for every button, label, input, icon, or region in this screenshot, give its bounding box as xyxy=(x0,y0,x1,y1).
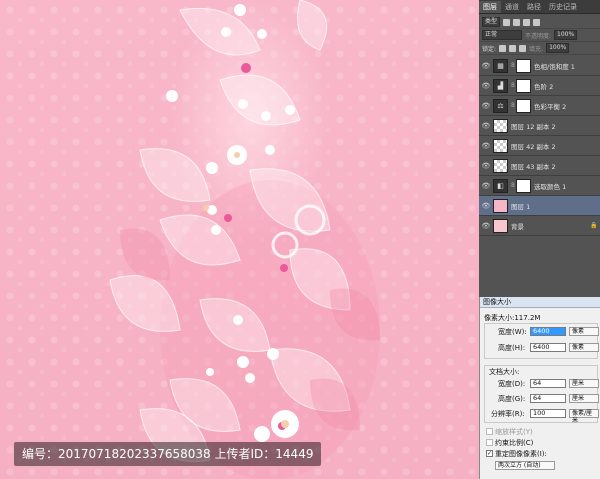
layer-row[interactable]: 👁 图层 12 副本 2 xyxy=(479,116,600,136)
width-label: 宽度(W): xyxy=(498,328,527,336)
resample-checkbox[interactable]: ✓ xyxy=(486,450,493,457)
fill-input[interactable]: 100% xyxy=(546,43,570,53)
pixel-dimensions-label: 像素大小:117.2M xyxy=(484,314,541,322)
adjustment-icon: ◧ xyxy=(493,178,508,193)
tab-paths[interactable]: 路径 xyxy=(523,1,545,13)
filter-adjust-icon[interactable] xyxy=(513,18,521,26)
resample-method-select[interactable]: 两次立方 (自动) xyxy=(495,461,555,470)
resolution-input[interactable]: 100 xyxy=(530,409,566,418)
height-input[interactable]: 6400 xyxy=(530,343,566,352)
layer-thumbnail xyxy=(493,198,508,213)
layer-mask-thumbnail[interactable] xyxy=(516,78,531,93)
blend-row: 正常 不透明度: 100% xyxy=(479,29,600,42)
visibility-eye-icon[interactable]: 👁 xyxy=(479,202,493,210)
fill-label: 填充: xyxy=(529,45,544,53)
height-label: 高度(H): xyxy=(498,344,526,352)
scale-styles-checkbox[interactable] xyxy=(486,428,493,435)
adjustment-icon: ▟ xyxy=(493,78,508,93)
layer-name: 图层 1 xyxy=(511,202,531,211)
filter-shape-icon[interactable] xyxy=(533,18,541,26)
layer-name: 图层 42 副本 2 xyxy=(511,142,556,151)
lock-label: 锁定: xyxy=(482,45,497,53)
tab-layers[interactable]: 图层 xyxy=(479,1,501,13)
visibility-eye-icon[interactable]: 👁 xyxy=(479,62,493,70)
filter-text-icon[interactable] xyxy=(523,18,531,26)
pixel-dimensions-group: 宽度(W): 6400 像素 高度(H): 6400 像素 xyxy=(484,323,599,359)
height-unit-select[interactable]: 像素 xyxy=(569,343,599,352)
tab-channels[interactable]: 通道 xyxy=(501,1,523,13)
tab-history[interactable]: 历史记录 xyxy=(545,1,581,13)
visibility-eye-icon[interactable]: 👁 xyxy=(479,142,493,150)
constrain-proportions-checkbox[interactable] xyxy=(486,439,493,446)
layer-name: 图层 43 副本 2 xyxy=(511,162,556,171)
resample-label: 重定图像像素(I): xyxy=(495,450,547,458)
layer-thumbnail xyxy=(493,158,508,173)
adjustment-icon: ⚖ xyxy=(493,98,508,113)
lock-icon: 🔒 xyxy=(590,222,598,229)
doc-width-unit-select[interactable]: 厘米 xyxy=(569,379,599,388)
doc-height-input[interactable]: 64 xyxy=(530,394,566,403)
layer-name: 色阶 2 xyxy=(534,82,554,91)
filter-pixel-icon[interactable] xyxy=(503,18,511,26)
constrain-proportions-label: 约束比例(C) xyxy=(495,439,534,447)
layer-row[interactable]: 👁 背景 🔒 xyxy=(479,216,600,236)
layer-name: 背景 xyxy=(511,222,524,231)
dialog-title: 图像大小 xyxy=(480,297,600,308)
layer-row[interactable]: 👁 图层 42 副本 2 xyxy=(479,136,600,156)
layer-row[interactable]: 👁 图层 1 xyxy=(479,196,600,216)
width-unit-select[interactable]: 像素 xyxy=(569,327,599,336)
doc-height-unit-select[interactable]: 厘米 xyxy=(569,394,599,403)
visibility-eye-icon[interactable]: 👁 xyxy=(479,102,493,110)
filter-type-select[interactable]: 类型 xyxy=(482,17,501,27)
panel-tab-bar: 图层 通道 路径 历史记录 xyxy=(479,0,600,14)
layer-thumbnail xyxy=(493,138,508,153)
layer-mask-thumbnail[interactable] xyxy=(516,58,531,73)
lock-all-icon[interactable] xyxy=(519,44,527,52)
layer-list: 👁 ▦ 8 色相/饱和度 1 👁 ▟ 8 色阶 2 👁 ⚖ 8 色彩平衡 2 👁 图层 12 副本 2 👁 图… xyxy=(479,56,600,236)
doc-height-label: 高度(G): xyxy=(498,395,526,403)
image-size-dialog: 图像大小 像素大小:117.2M 宽度(W): 6400 像素 高度(H): 6… xyxy=(479,297,600,479)
width-input[interactable]: 6400 xyxy=(530,327,566,336)
visibility-eye-icon[interactable]: 👁 xyxy=(479,122,493,130)
layer-name: 选取颜色 1 xyxy=(534,182,567,191)
resolution-label: 分辨率(R): xyxy=(491,410,525,418)
lock-position-icon[interactable] xyxy=(509,44,517,52)
layer-thumbnail xyxy=(493,218,508,233)
layer-mask-thumbnail[interactable] xyxy=(516,178,531,193)
layer-thumbnail xyxy=(493,118,508,133)
doc-width-input[interactable]: 64 xyxy=(530,379,566,388)
watermark-caption: 编号：20170718202337658038 上传者ID：14449 xyxy=(14,442,322,466)
floral-artwork xyxy=(109,0,380,479)
layer-filter-row: 类型 xyxy=(479,16,600,29)
opacity-label: 不透明度: xyxy=(525,32,552,40)
layers-panel: 图层 通道 路径 历史记录 类型 正常 不透明度: 100% 锁定: 填充: 1… xyxy=(479,0,600,297)
blend-mode-select[interactable]: 正常 xyxy=(482,30,522,40)
layer-row[interactable]: 👁 ⚖ 8 色彩平衡 2 xyxy=(479,96,600,116)
visibility-eye-icon[interactable]: 👁 xyxy=(479,222,493,230)
resolution-unit-select[interactable]: 像素/厘米 xyxy=(569,409,599,424)
layer-row[interactable]: 👁 图层 43 副本 2 xyxy=(479,156,600,176)
layer-row[interactable]: 👁 ◧ 8 选取颜色 1 xyxy=(479,176,600,196)
layer-mask-thumbnail[interactable] xyxy=(516,98,531,113)
document-size-group: 文档大小: 宽度(D): 64 厘米 高度(G): 64 厘米 分辨率(R): … xyxy=(484,365,599,424)
layer-name: 色彩平衡 2 xyxy=(534,102,567,111)
scale-styles-label: 缩放样式(Y) xyxy=(495,428,533,436)
visibility-eye-icon[interactable]: 👁 xyxy=(479,182,493,190)
visibility-eye-icon[interactable]: 👁 xyxy=(479,162,493,170)
visibility-eye-icon[interactable]: 👁 xyxy=(479,82,493,90)
lock-row: 锁定: 填充: 100% xyxy=(479,42,600,55)
adjustment-icon: ▦ xyxy=(493,58,508,73)
lock-pixels-icon[interactable] xyxy=(499,44,507,52)
opacity-input[interactable]: 100% xyxy=(554,30,578,40)
doc-width-label: 宽度(D): xyxy=(498,380,526,388)
document-size-label: 文档大小: xyxy=(489,368,520,376)
layer-name: 图层 12 副本 2 xyxy=(511,122,556,131)
layer-row[interactable]: 👁 ▦ 8 色相/饱和度 1 xyxy=(479,56,600,76)
document-canvas[interactable]: 编号：20170718202337658038 上传者ID：14449 xyxy=(0,0,479,479)
layer-name: 色相/饱和度 1 xyxy=(534,62,575,71)
layer-row[interactable]: 👁 ▟ 8 色阶 2 xyxy=(479,76,600,96)
